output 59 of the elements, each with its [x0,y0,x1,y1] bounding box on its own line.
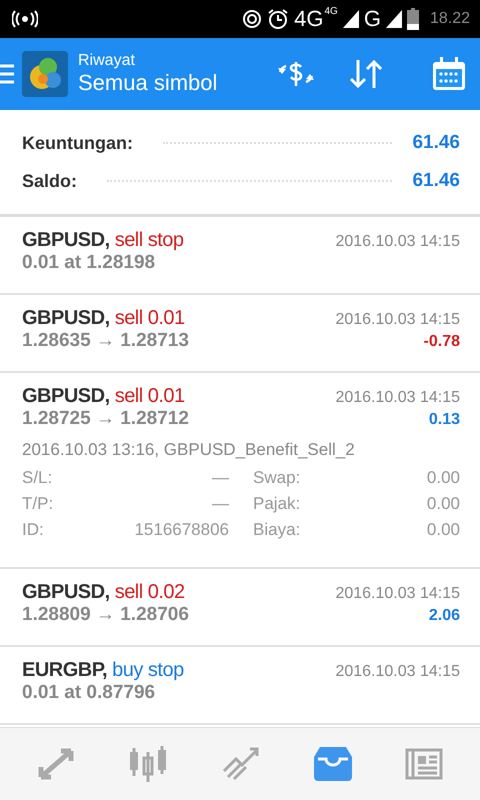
hotspot-icon [12,10,38,28]
signal-icon [386,10,402,28]
order-title: EURGBP, buy stop [22,659,184,682]
field-label: Pajak: [253,494,300,514]
menu-icon[interactable] [0,63,14,85]
field-value: 0.00 [426,520,460,540]
field-label: S/L: [22,468,52,488]
summary-value: 61.46 [412,132,460,154]
field-value: — [212,494,229,514]
order-title: GBPUSD, sell 0.02 [22,581,185,604]
trend-lines-icon[interactable] [222,747,260,781]
order-profit: 2.06 [428,607,460,625]
order-time: 2016.10.03 14:15 [335,311,460,329]
network-type: 4G [324,6,338,17]
order-title: GBPUSD, sell 0.01 [22,385,185,408]
app-logo-icon[interactable] [22,51,68,97]
field-value: — [212,468,229,488]
network-type: G [364,6,381,32]
order-row[interactable]: GBPUSD, sell 0.01 2016.10.03 14:15 1.28635 → 1.28713 -0.78 [0,295,480,373]
order-comment: 2016.10.03 13:16, GBPUSD_Benefit_Sell_2 [22,440,356,460]
signal-icon [342,10,359,28]
inbox-icon[interactable] [314,747,352,781]
order-price: 1.28635 → 1.28713 [22,330,189,352]
order-price: 1.28725 → 1.28712 [22,408,189,430]
summary-label: Saldo: [22,170,78,192]
screen-title: Riwayat [78,52,136,70]
field-label: Biaya: [253,520,300,540]
order-title: GBPUSD, sell 0.01 [22,307,185,330]
alarm-icon [267,8,290,30]
field-value: 0.00 [426,494,460,514]
summary-label: Keuntungan: [22,132,133,154]
field-label: Swap: [253,468,300,488]
order-price: 0.01 at 1.28198 [22,252,156,274]
candlestick-icon[interactable] [128,746,168,782]
order-row[interactable]: GBPUSD, sell 0.02 2016.10.03 14:15 1.28809 → 1.28706 2.06 [0,569,480,647]
field-label: ID: [22,520,44,540]
order-time: 2016.10.03 14:15 [335,233,460,251]
order-price: 0.01 at 0.87796 [22,682,156,704]
order-row[interactable]: GBPUSD, sell 0.01 2016.10.03 14:15 1.28725 → 1.28712 0.13 2016.10.03 13:16, GBPUSD_Benefit_Sell_2 S/L: — Swap: 0.00 T/P: — Pajak: 0.00 ID: 1516678806 Biaya: 0.00 [0,373,480,569]
nfc-icon [242,9,262,29]
clock-time: 18.22 [430,10,470,28]
field-value: 0.00 [426,468,460,488]
order-price: 1.28809 → 1.28706 [22,604,189,626]
battery-icon [406,8,419,30]
two-way-arrow-icon[interactable] [36,747,75,781]
newspaper-icon[interactable] [405,748,444,780]
order-row[interactable]: GBPUSD, sell stop 2016.10.03 14:15 0.01 at 1.28198 [0,217,480,295]
order-profit: 0.13 [428,411,460,429]
summary-value: 61.46 [412,170,460,192]
order-profit: -0.78 [424,333,460,351]
order-time: 2016.10.03 14:15 [335,585,460,603]
order-time: 2016.10.03 14:15 [335,663,460,681]
network-type: 4G [294,6,324,32]
calendar-icon[interactable] [432,57,466,91]
order-row[interactable]: EURGBP, buy stop 2016.10.03 14:15 0.01 at 0.87796 [0,647,480,725]
order-title: GBPUSD, sell stop [22,229,184,252]
order-time: 2016.10.03 14:15 [335,389,460,407]
field-label: T/P: [22,494,54,514]
field-value: 1516678806 [134,520,229,540]
